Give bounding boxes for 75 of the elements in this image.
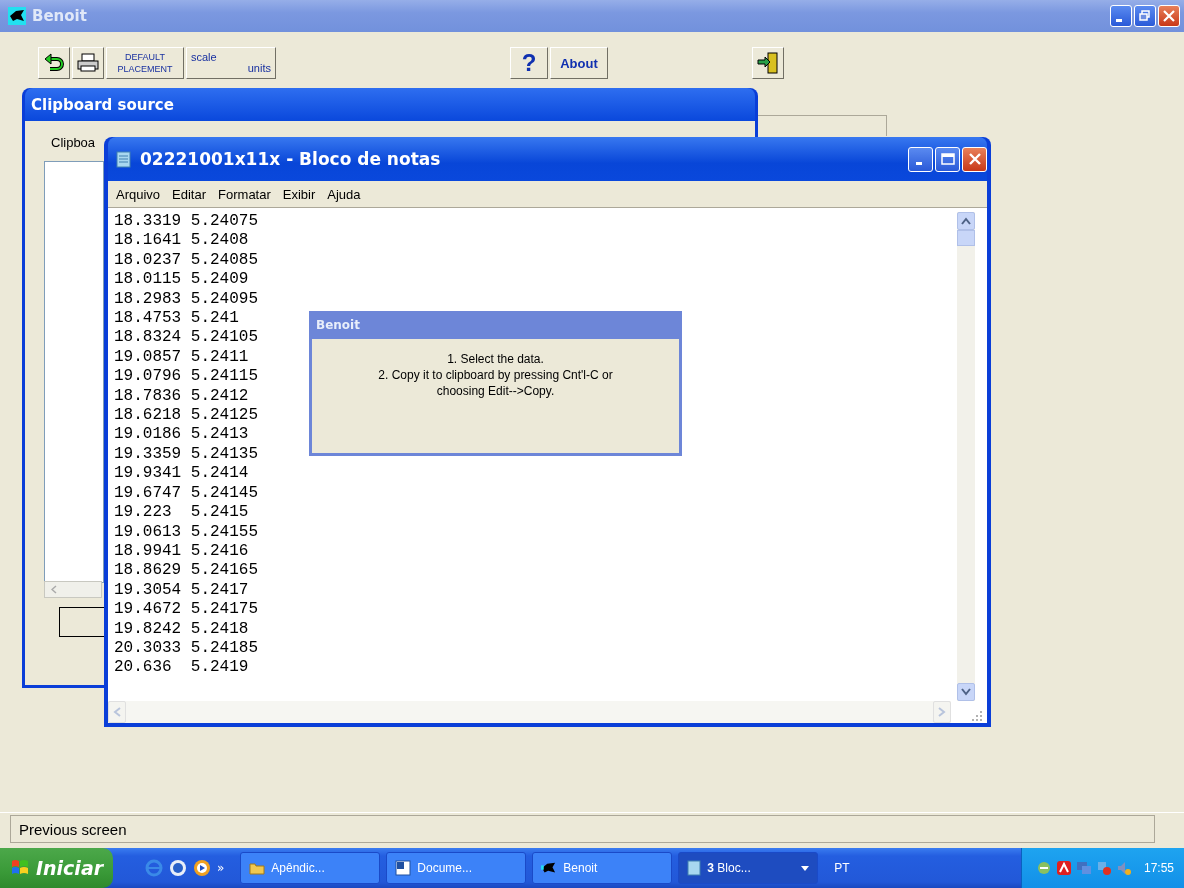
- about-button[interactable]: About: [550, 47, 608, 79]
- text-line: 18.6218 5.24125: [114, 406, 259, 426]
- clock: 17:55: [1143, 861, 1174, 875]
- minimize-icon: [1116, 18, 1122, 22]
- text-line: 19.9341 5.2414: [114, 464, 249, 484]
- document-icon: [395, 860, 412, 876]
- text-line: 18.8629 5.24165: [114, 561, 259, 581]
- media-player-icon[interactable]: [193, 859, 211, 877]
- vertical-scrollbar[interactable]: [957, 212, 975, 701]
- overflow-chevron[interactable]: »: [217, 861, 225, 875]
- text-line: 18.0115 5.2409: [114, 270, 249, 290]
- text-line: 19.0796 5.24115: [114, 367, 259, 387]
- notepad-icon: [687, 860, 702, 876]
- bird-logo-icon: [541, 861, 558, 875]
- help-button[interactable]: ?: [510, 47, 548, 79]
- list-box[interactable]: [44, 161, 104, 583]
- exit-door-icon[interactable]: [752, 47, 784, 79]
- menu-item[interactable]: Formatar: [214, 186, 275, 202]
- text-line: 19.4672 5.24175: [114, 600, 259, 620]
- default-placement-button[interactable]: DEFAULT PLACEMENT: [106, 47, 184, 79]
- text-line: 18.9941 5.2416: [114, 541, 249, 562]
- antivirus-icon[interactable]: [1055, 860, 1072, 876]
- text-line: 18.4753 5.241: [114, 309, 239, 329]
- taskbar-button[interactable]: 3 Bloc...: [678, 852, 819, 884]
- text-line: 18.0237 5.24085: [114, 250, 259, 271]
- dialog-title: Benoit: [316, 318, 360, 332]
- taskbar-button[interactable]: Benoit: [532, 852, 673, 884]
- taskbar-button[interactable]: Apêndic...: [240, 852, 381, 884]
- text-line: 18.7836 5.2412: [114, 386, 249, 407]
- scrollbar[interactable]: [44, 581, 102, 598]
- text-line: 19.3054 5.2417: [114, 580, 249, 601]
- text-line: 19.3359 5.24135: [114, 444, 259, 465]
- field-label: Clipboa: [51, 135, 96, 150]
- maximize-button[interactable]: [935, 146, 960, 172]
- text-line: 20.636 5.2419: [114, 658, 249, 678]
- text-line: 20.3033 5.24185: [114, 638, 259, 659]
- close-icon: [967, 152, 982, 166]
- text-line: 19.8242 5.2418: [114, 619, 249, 639]
- dialog-title: Clipboard source: [31, 95, 174, 114]
- text-line: 18.8324 5.24105: [114, 328, 259, 348]
- window-title: Benoit: [32, 7, 87, 25]
- text-line: 19.0186 5.2413: [114, 425, 249, 445]
- taskbar-button[interactable]: Docume...: [386, 852, 527, 884]
- text-line: 19.0613 5.24155: [114, 522, 259, 542]
- bird-logo-icon: [8, 7, 26, 25]
- minimize-button[interactable]: [908, 146, 933, 172]
- minimize-icon: [915, 161, 922, 165]
- text-line: 18.2983 5.24095: [114, 289, 259, 310]
- caret-icon[interactable]: [801, 865, 810, 871]
- status-text: Previous screen: [10, 815, 1155, 843]
- text-line: 19.223 5.2415: [114, 503, 249, 523]
- window-title: 02221001x11x - Bloco de notas: [140, 149, 441, 169]
- close-icon: [1163, 10, 1175, 22]
- menu-item[interactable]: Editar: [168, 186, 211, 202]
- text-line: 18.1641 5.2408: [114, 231, 249, 251]
- folder-icon: [249, 861, 266, 875]
- notepad-icon: [116, 150, 132, 168]
- text-line: 19.0857 5.2411: [114, 347, 249, 368]
- close-button[interactable]: [962, 146, 987, 172]
- text-line: 19.6747 5.24145: [114, 483, 259, 504]
- maximize-icon: [940, 153, 955, 165]
- dialog-message: 1. Select the data. 2. Copy it to clipboard by pressing Cnt'l-C or choosing Edit-->Copy.: [377, 351, 614, 399]
- text-line: 18.3319 5.24075: [114, 212, 259, 232]
- printer-icon[interactable]: [72, 47, 104, 79]
- menu-item[interactable]: Exibir: [278, 186, 320, 202]
- dialog-button[interactable]: [59, 607, 104, 637]
- restore-icon: [1139, 10, 1151, 22]
- network-icon[interactable]: [1035, 860, 1052, 876]
- scale-units-button[interactable]: scale units: [186, 47, 276, 79]
- menu-item[interactable]: Arquivo: [112, 186, 165, 202]
- resize-grip-icon[interactable]: [971, 709, 983, 721]
- language-indicator[interactable]: PT: [824, 861, 860, 875]
- menu-item[interactable]: Ajuda: [323, 186, 365, 202]
- windows-flag-icon: [10, 859, 30, 877]
- scroll-thumb[interactable]: [957, 230, 975, 246]
